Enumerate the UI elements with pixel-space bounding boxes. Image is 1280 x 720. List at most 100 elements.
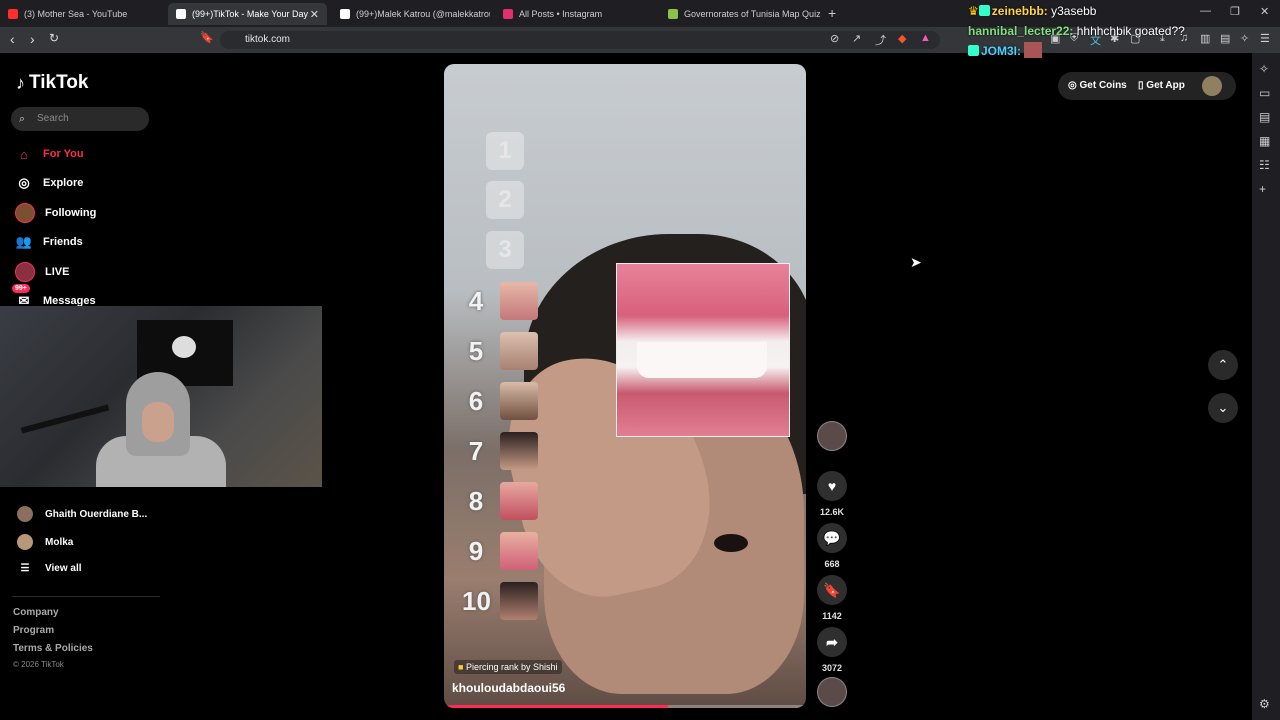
bookmark-icon[interactable]: 🔖 [200, 31, 214, 44]
previous-video-button[interactable]: ⌃ [1208, 350, 1238, 380]
rank-number: 8 [468, 485, 484, 516]
video-eye [714, 534, 748, 552]
following-account[interactable]: Molka [17, 534, 73, 550]
minimize-icon[interactable]: — [1200, 5, 1211, 17]
close-window-icon[interactable]: ✕ [1260, 5, 1269, 18]
sidebar-item-explore[interactable]: ◎ Explore [15, 174, 83, 192]
rewards-icon[interactable]: ▲ [920, 32, 932, 44]
rank-thumbnail [500, 332, 538, 370]
sidebar-item-for-you[interactable]: ⌂ For You [15, 145, 83, 163]
sound-avatar[interactable] [817, 677, 847, 707]
like-button[interactable]: ♥ 12.6K [817, 471, 847, 517]
chevron-up-icon: ⌃ [1217, 357, 1229, 372]
rank-number: 1 [486, 132, 524, 170]
menu-icon[interactable]: ☰ [1260, 32, 1272, 45]
maximize-icon[interactable]: ❐ [1230, 5, 1240, 18]
ai-icon[interactable]: ✧ [1259, 62, 1269, 76]
divider [12, 596, 160, 597]
view-all-label: View all [45, 563, 82, 574]
profile-avatar[interactable] [1202, 76, 1222, 96]
chat-message: JOM3I: [968, 41, 1185, 61]
share-button[interactable]: ➦ 3072 [817, 627, 847, 673]
get-app-button[interactable]: ▯ Get App [1138, 72, 1185, 100]
next-video-button[interactable]: ⌄ [1208, 393, 1238, 423]
crown-icon: ♛ [968, 4, 979, 18]
following-account[interactable]: Ghaith Ouerdiane B... [17, 506, 147, 522]
search-input[interactable]: ⌕ Search [11, 107, 149, 131]
following-name: Ghaith Ouerdiane B... [45, 508, 148, 520]
ai-icon[interactable]: ✧ [1240, 32, 1252, 45]
video-player[interactable]: 1 2 3 4 5 6 7 8 9 10 ■ Piercing rank by … [444, 64, 806, 708]
creator-avatar[interactable] [817, 421, 847, 451]
tab-youtube[interactable]: (3) Mother Sea - YouTube [0, 3, 165, 25]
avatar [17, 506, 33, 522]
save-count: 1142 [822, 611, 842, 621]
extension-icon[interactable]: ⊘ [830, 32, 842, 45]
media-icon[interactable]: ▭ [1259, 86, 1270, 100]
footer-link-terms[interactable]: Terms & Policies [13, 643, 93, 654]
sub-badge-icon [978, 5, 990, 16]
comment-count: 668 [824, 559, 840, 569]
sub-badge-icon [968, 45, 979, 56]
rank-thumbnail [500, 432, 538, 470]
add-icon[interactable]: + [1259, 182, 1266, 196]
creator-username[interactable]: khouloudabdaoui56 [452, 681, 565, 695]
video-tag[interactable]: ■ Piercing rank by Shishi [454, 660, 562, 674]
forward-icon[interactable]: › [30, 31, 35, 47]
messages-badge: 99+ [12, 284, 30, 293]
webcam-overlay [0, 306, 322, 487]
emote-icon [1024, 42, 1043, 58]
rank-number: 4 [468, 285, 484, 316]
list-icon: ☰ [20, 563, 30, 574]
bookmark-icon: 🔖 [817, 575, 847, 605]
save-button[interactable]: 🔖 1142 [817, 575, 847, 621]
effect-icon: ■ [458, 662, 464, 672]
tab-label: All Posts • Instagram [519, 9, 603, 19]
chat-username: hannibal_lecter22: [968, 24, 1074, 38]
share-icon[interactable]: ⤴ [875, 32, 887, 47]
settings-gear-icon[interactable]: ⚙ [1259, 697, 1270, 711]
logo-text: TikTok [29, 72, 89, 93]
coin-icon: ◎ [1068, 80, 1077, 91]
url-text: tiktok.com [245, 34, 291, 45]
rank-thumbnail [500, 582, 538, 620]
tiktok-logo[interactable]: ♪ TikTok [16, 72, 88, 94]
bookmarks-icon[interactable]: ▦ [1259, 134, 1270, 148]
sidebar-item-label: Friends [43, 236, 83, 248]
skull-emblem-icon [172, 336, 196, 358]
sidebar-item-label: LIVE [45, 266, 70, 278]
comment-button[interactable]: 💬 668 [817, 523, 847, 569]
sidebar-toggle-icon[interactable]: ▥ [1200, 32, 1212, 45]
avatar [17, 534, 33, 550]
reload-icon[interactable]: ↻ [49, 31, 59, 45]
video-tag-label: Piercing rank by Shishi [465, 662, 558, 672]
close-tab-icon[interactable]: ✕ [310, 8, 319, 21]
reading-list-icon[interactable]: ☷ [1259, 158, 1270, 172]
get-coins-button[interactable]: ◎ Get Coins [1068, 72, 1127, 100]
share-arrow-icon: ➦ [817, 627, 847, 657]
copyright: © 2026 TikTok [13, 660, 64, 669]
browser-side-panel [1252, 53, 1280, 720]
sidebar-item-friends[interactable]: 👥 Friends [15, 233, 83, 251]
tab-label: (99+)Malek Katrou (@malekkatrou) | [356, 9, 490, 19]
brave-shield-icon[interactable]: ◆ [898, 32, 910, 45]
video-progress-bar[interactable] [444, 705, 806, 708]
tab-malek-katrou[interactable]: (99+)Malek Katrou (@malekkatrou) | [332, 3, 490, 25]
view-all-link[interactable]: ☰ View all [17, 563, 82, 574]
wallet-icon[interactable]: ▤ [1220, 32, 1232, 45]
new-tab-button[interactable]: + [828, 5, 836, 21]
comment-icon: 💬 [817, 523, 847, 553]
open-external-icon[interactable]: ↗ [852, 32, 864, 45]
footer-link-program[interactable]: Program [13, 625, 54, 636]
sidebar-item-following[interactable]: Following [15, 203, 96, 223]
sidebar-item-label: Explore [43, 177, 84, 189]
tab-instagram[interactable]: All Posts • Instagram [495, 3, 655, 25]
rank-number: 6 [468, 385, 484, 416]
footer-link-company[interactable]: Company [13, 607, 59, 618]
sidebar-item-live[interactable]: LIVE [15, 262, 69, 282]
wallet-icon[interactable]: ▤ [1259, 110, 1270, 124]
tab-tiktok[interactable]: (99+)TikTok - Make Your Day ✕ [168, 3, 327, 25]
tab-map-quiz[interactable]: Governorates of Tunisia Map Quiz [660, 3, 820, 25]
tab-label: Governorates of Tunisia Map Quiz [684, 9, 820, 19]
back-icon[interactable]: ‹ [10, 31, 15, 47]
